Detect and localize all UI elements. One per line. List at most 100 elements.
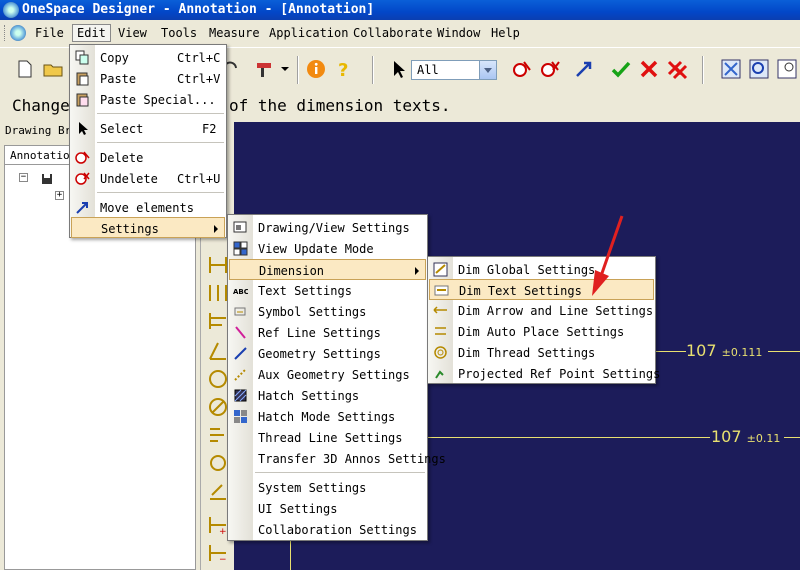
menu-item-symbol-settings[interactable]: Symbol Settings (229, 301, 426, 322)
view-update-icon (233, 241, 248, 256)
svg-text:−: − (219, 555, 227, 564)
dimension-text-2[interactable]: 107 ±0.11 (711, 427, 780, 446)
svg-text:ABC: ABC (233, 288, 248, 296)
menu-item-paste[interactable]: Paste Ctrl+V (71, 68, 225, 89)
menu-application[interactable]: Application (265, 25, 352, 43)
zoom-fit-icon[interactable] (720, 58, 742, 80)
combo-dropdown-icon[interactable] (479, 61, 496, 79)
menu-item-ui-settings[interactable]: UI Settings (229, 498, 426, 519)
filter-combo[interactable]: All (411, 60, 497, 80)
drawing-view-icon (233, 221, 247, 233)
cancel-x-icon[interactable] (638, 58, 660, 80)
help-question-icon[interactable]: ? (333, 58, 355, 80)
cancel-all-icon[interactable] (666, 58, 688, 80)
menu-measure[interactable]: Measure (205, 25, 264, 43)
coordinate-dim-icon[interactable] (207, 424, 229, 446)
dim-chain-icon[interactable] (207, 282, 229, 304)
dim-baseline-icon[interactable] (207, 310, 229, 332)
dropdown-arrow-icon[interactable] (280, 58, 290, 80)
dimension-text-1[interactable]: 107 ±0.111 (686, 341, 762, 360)
menu-item-select[interactable]: Select F2 (71, 118, 225, 139)
new-file-icon[interactable] (14, 58, 36, 80)
menu-bar: File Edit View Tools Measure Application… (0, 22, 800, 44)
app-logo-icon (3, 2, 19, 18)
menu-item-copy[interactable]: Copy Ctrl+C (71, 47, 225, 68)
menu-item-dim-text-settings[interactable]: Dim Text Settings (429, 279, 654, 300)
menu-item-dim-thread-settings[interactable]: Dim Thread Settings (429, 342, 654, 363)
delete-icon (75, 151, 90, 164)
menu-item-paste-special[interactable]: Paste Special... (71, 89, 225, 110)
menu-item-move-elements[interactable]: Move elements (71, 197, 225, 218)
radius-dim-icon[interactable] (207, 368, 229, 390)
disk-icon (42, 174, 52, 184)
menu-item-thread-line-settings[interactable]: Thread Line Settings (229, 427, 426, 448)
menu-tools[interactable]: Tools (157, 25, 201, 43)
menu-item-aux-geometry-settings[interactable]: Aux Geometry Settings (229, 364, 426, 385)
toolbar-separator (297, 56, 299, 84)
menu-file[interactable]: File (31, 25, 68, 43)
pick-arrow-icon[interactable] (573, 58, 595, 80)
dim-tool-icon[interactable] (207, 254, 229, 276)
menu-item-ref-line-settings[interactable]: Ref Line Settings (229, 322, 426, 343)
select-filter-icon[interactable] (512, 58, 534, 80)
paste-special-icon (76, 93, 89, 107)
hatch-mode-icon (234, 410, 247, 423)
dim-text-icon (434, 285, 449, 296)
menu-item-delete[interactable]: Delete (71, 147, 225, 168)
angle-dim-icon[interactable] (207, 340, 229, 362)
dim-global-icon (433, 262, 448, 277)
menu-item-system-settings[interactable]: System Settings (229, 477, 426, 498)
browser-tab-annotation[interactable]: Annotation (4, 147, 76, 165)
zoom-window-icon[interactable] (748, 58, 770, 80)
dim-edit-icon[interactable] (207, 480, 229, 502)
menu-item-hatch-settings[interactable]: Hatch Settings (229, 385, 426, 406)
dim-value: 107 (711, 427, 742, 446)
view-options-icon[interactable] (776, 58, 798, 80)
menu-item-dim-auto-place-settings[interactable]: Dim Auto Place Settings (429, 321, 654, 342)
menu-item-collaboration-settings[interactable]: Collaboration Settings (229, 519, 426, 540)
confirm-check-icon[interactable] (610, 58, 632, 80)
menu-item-text-settings[interactable]: ABC Text Settings (229, 280, 426, 301)
info-icon[interactable] (305, 58, 327, 80)
menu-collaborate[interactable]: Collaborate (349, 25, 436, 43)
select-arrow-icon (79, 122, 88, 135)
dimension-line (784, 437, 800, 438)
title-bar: OneSpace Designer - Annotation - [Annota… (0, 0, 800, 20)
projected-ref-point-icon (435, 370, 444, 379)
menu-item-dim-arrow-line-settings[interactable]: Dim Arrow and Line Settings (429, 300, 654, 321)
menu-help[interactable]: Help (487, 25, 524, 43)
menu-edit[interactable]: Edit (72, 24, 111, 42)
menu-item-drawing-view-settings[interactable]: Drawing/View Settings (229, 217, 426, 238)
select-pointer-icon[interactable] (388, 58, 410, 80)
dim-minus-icon[interactable]: − (207, 542, 229, 564)
menu-item-dimension[interactable]: Dimension (229, 259, 426, 280)
dim-plus-icon[interactable]: + (207, 514, 229, 536)
svg-text:?: ? (338, 60, 348, 80)
filter-combo-value: All (417, 63, 439, 77)
diameter-dim-icon[interactable] (207, 396, 229, 418)
menu-item-view-update-mode[interactable]: View Update Mode (229, 238, 426, 259)
arc-dim-icon[interactable] (207, 452, 229, 474)
menu-item-geometry-settings[interactable]: Geometry Settings (229, 343, 426, 364)
dimension-line (768, 351, 800, 352)
copy-icon (75, 50, 89, 65)
menu-window[interactable]: Window (433, 25, 484, 43)
menu-item-projected-ref-point-settings[interactable]: Projected Ref Point Settings (429, 363, 660, 384)
menu-item-dim-global-settings[interactable]: Dim Global Settings (429, 259, 654, 280)
system-menu-icon[interactable] (10, 25, 26, 41)
menu-view[interactable]: View (114, 25, 151, 43)
submenu-arrow-icon (415, 267, 419, 275)
dim-tolerance: ±0.111 (721, 346, 763, 359)
measure-tool-icon[interactable] (254, 58, 276, 80)
toolbar-separator (372, 56, 374, 84)
open-folder-icon[interactable] (42, 58, 64, 80)
menu-item-undelete[interactable]: Undelete Ctrl+U (71, 168, 225, 189)
deselect-filter-icon[interactable] (540, 58, 562, 80)
prompt-text-right: of the dimension texts. (229, 96, 451, 115)
undelete-icon (75, 172, 90, 185)
tree-collapse-icon[interactable]: − (19, 173, 28, 182)
menu-item-hatch-mode-settings[interactable]: Hatch Mode Settings (229, 406, 426, 427)
menu-item-settings[interactable]: Settings (71, 217, 225, 238)
tree-expand-icon[interactable]: + (55, 191, 64, 200)
menu-item-transfer-3d-annos-settings[interactable]: Transfer 3D Annos Settings (229, 448, 446, 469)
